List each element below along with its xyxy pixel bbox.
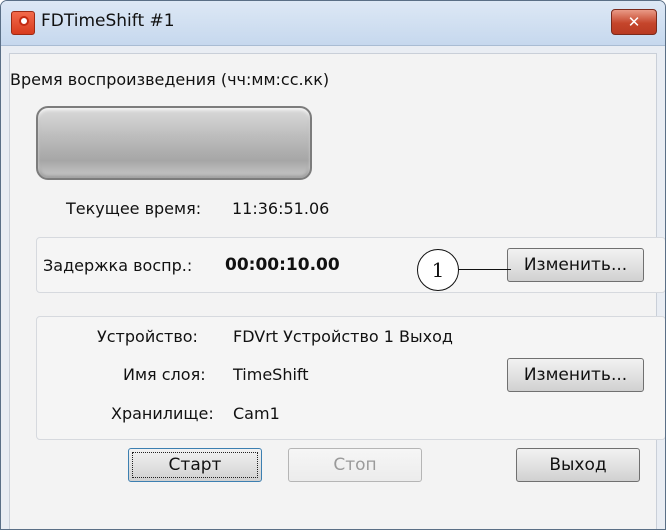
- start-button[interactable]: Старт: [128, 448, 262, 482]
- change-output-button[interactable]: Изменить...: [507, 358, 644, 392]
- callout-marker: 1: [417, 249, 459, 291]
- current-time-value: 11:36:51.06: [232, 199, 330, 218]
- current-time-label: Текущее время:: [66, 199, 202, 218]
- exit-button[interactable]: Выход: [516, 448, 640, 482]
- delay-label: Задержка воспр.:: [43, 256, 193, 275]
- fdtimeshift-window: FDTimeShift #1 ✕ Время воспроизведения (…: [0, 0, 666, 530]
- storage-label: Хранилище:: [111, 404, 214, 423]
- delay-group: Задержка воспр.: 00:00:10.00 Изменить...: [36, 237, 665, 293]
- window-title: FDTimeShift #1: [41, 11, 175, 31]
- storage-value: Cam1: [233, 404, 280, 423]
- close-icon: ✕: [627, 13, 641, 31]
- change-delay-button[interactable]: Изменить...: [507, 248, 644, 282]
- output-settings-group: Устройство: FDVrt Устройство 1 Выход Имя…: [36, 316, 665, 440]
- layer-name-value: TimeShift: [233, 365, 309, 384]
- stop-button[interactable]: Стоп: [288, 448, 422, 482]
- delay-value: 00:00:10.00: [225, 255, 340, 275]
- callout-leader-line: [459, 269, 511, 270]
- playback-time-label: Время воспроизведения (чч:мм:сс.кк): [10, 70, 330, 89]
- close-button[interactable]: ✕: [611, 9, 657, 35]
- app-icon: [11, 11, 35, 35]
- playback-time-display: [36, 106, 312, 180]
- device-label: Устройство:: [97, 327, 198, 346]
- layer-name-label: Имя слоя:: [123, 365, 206, 384]
- title-bar[interactable]: FDTimeShift #1 ✕: [1, 1, 665, 46]
- device-value: FDVrt Устройство 1 Выход: [233, 327, 453, 346]
- client-area: Время воспроизведения (чч:мм:сс.кк) Теку…: [9, 53, 665, 529]
